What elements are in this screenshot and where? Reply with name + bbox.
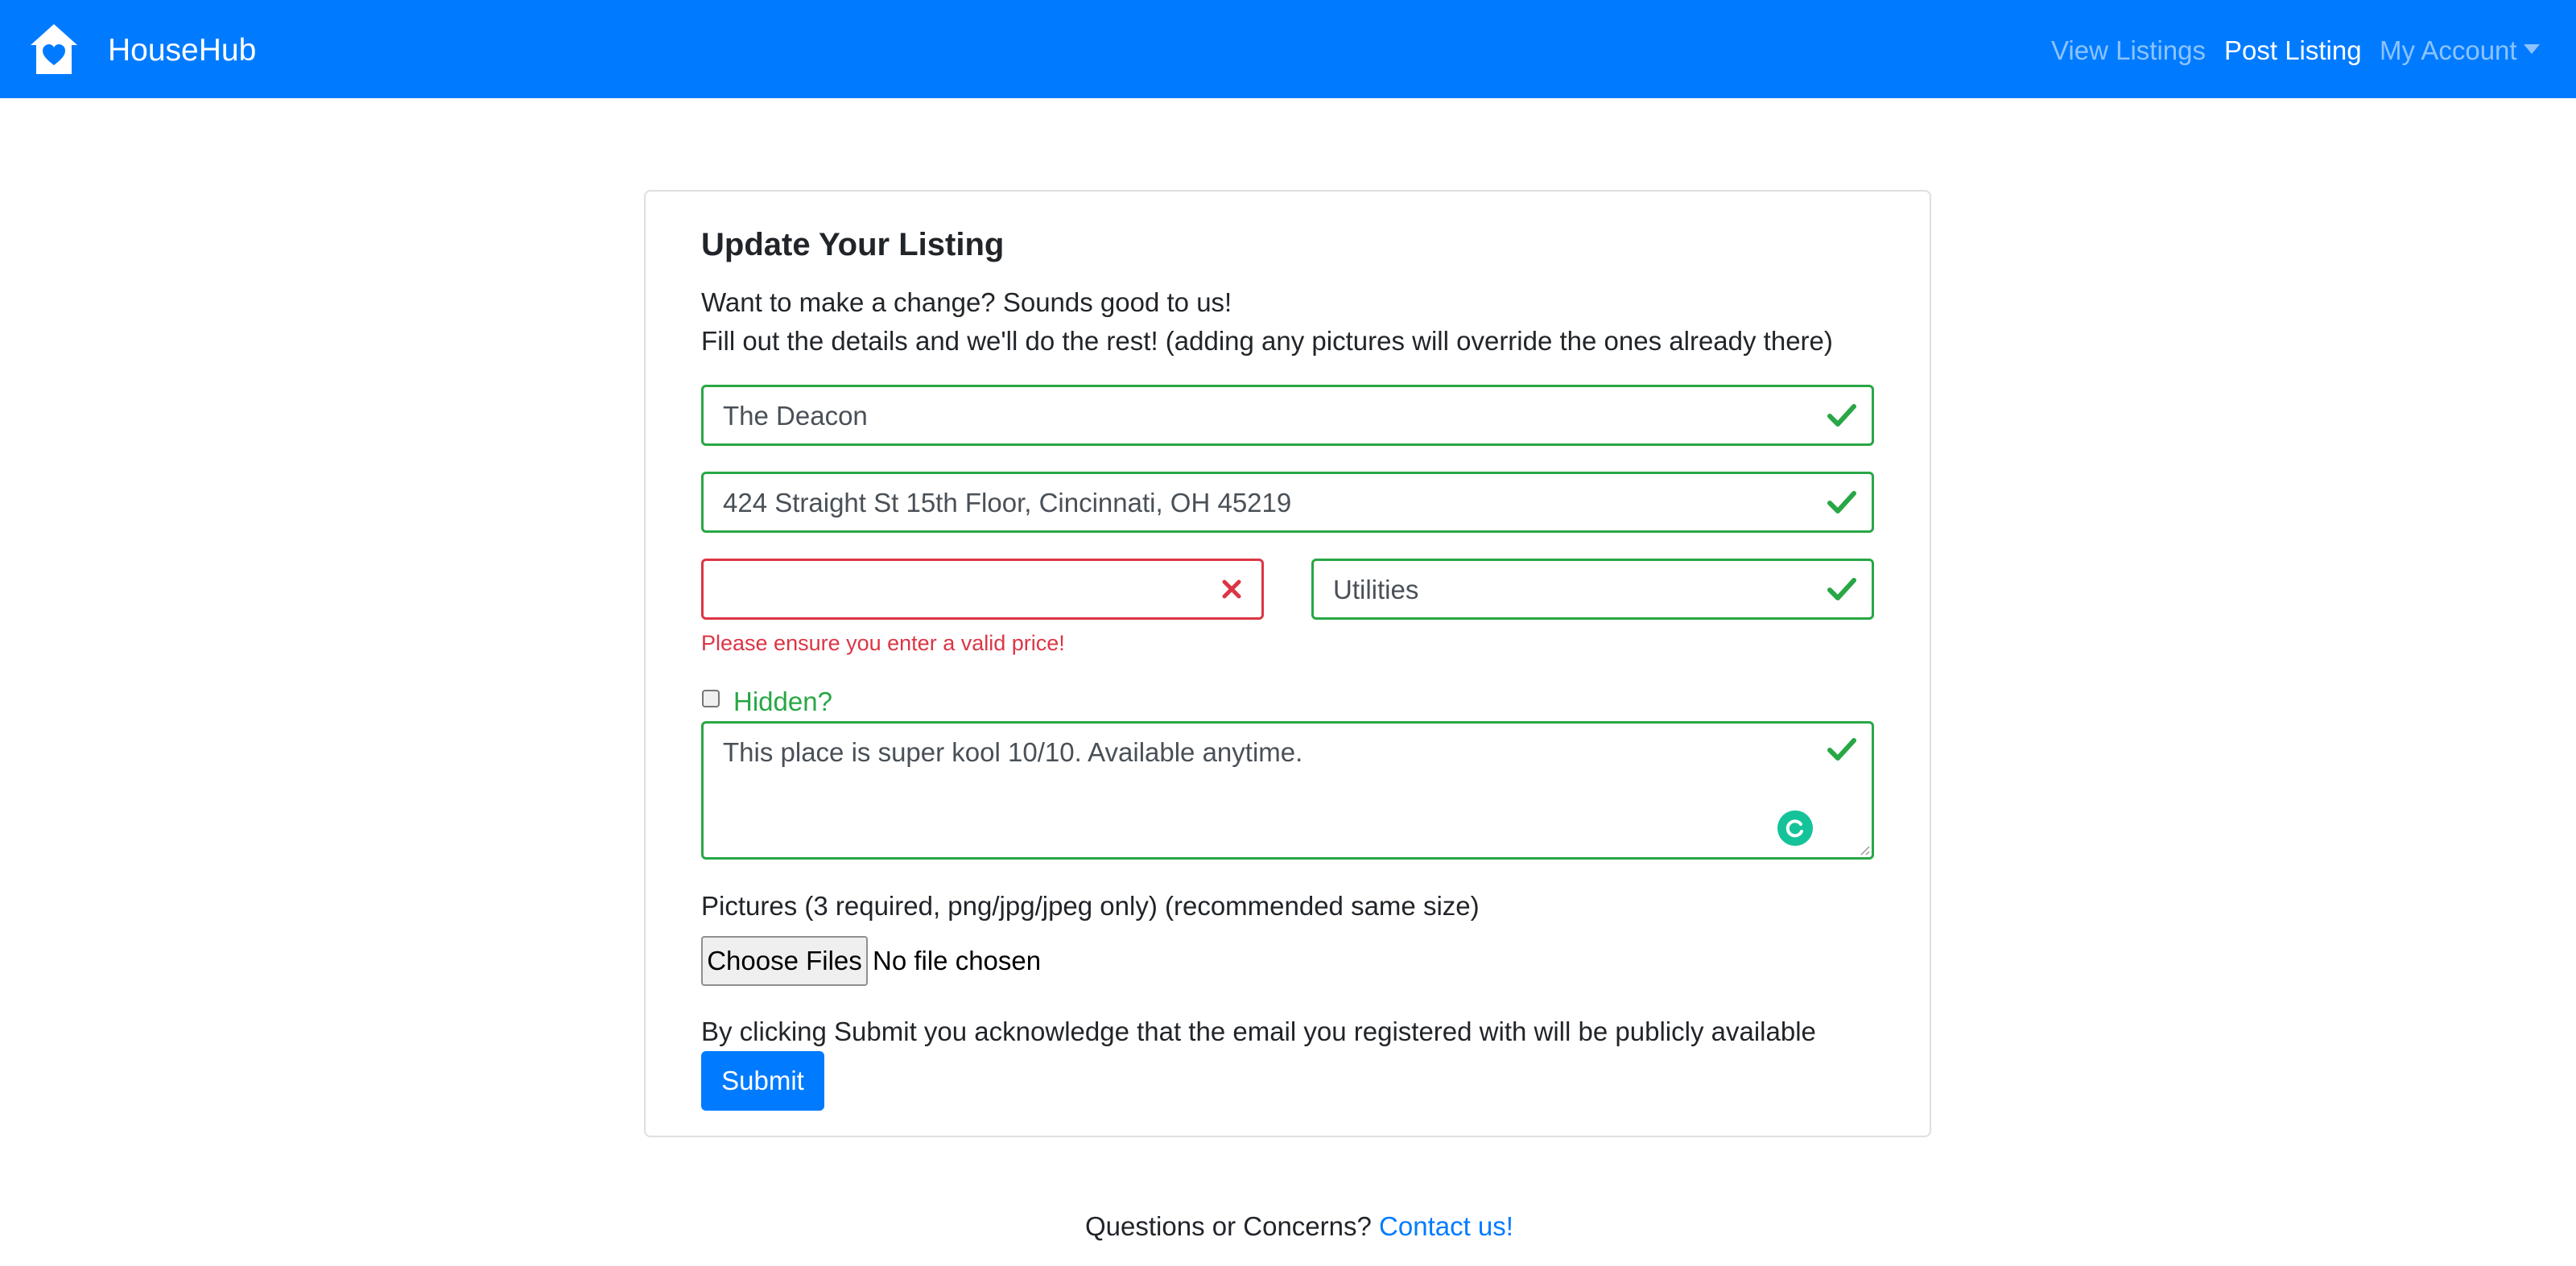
contact-us-link[interactable]: Contact us! — [1379, 1211, 1513, 1241]
submit-button[interactable]: Submit — [701, 1051, 824, 1111]
description-value: This place is super kool 10/10. Availabl… — [723, 737, 1303, 767]
hidden-checkbox[interactable] — [702, 690, 720, 707]
nav-post-listing[interactable]: Post Listing — [2224, 32, 2362, 69]
brand-name[interactable]: HouseHub — [108, 32, 256, 69]
invalid-x-icon — [1222, 579, 1241, 599]
form-title: Update Your Listing — [701, 227, 1005, 262]
grammarly-icon[interactable] — [1777, 810, 1813, 846]
valid-check-icon — [1827, 404, 1856, 427]
address-input[interactable]: 424 Straight St 15th Floor, Cincinnati, … — [701, 472, 1874, 533]
my-account-label: My Account — [2380, 35, 2517, 65]
grammarly-glyph-icon — [1785, 819, 1803, 838]
nav-view-listings[interactable]: View Listings — [2051, 32, 2206, 69]
footer: Questions or Concerns? Contact us! — [1085, 1209, 1513, 1244]
description-textarea[interactable]: This place is super kool 10/10. Availabl… — [701, 721, 1874, 860]
choose-files-button[interactable]: Choose Files — [701, 936, 868, 986]
listing-name-input[interactable]: The Deacon — [701, 385, 1874, 446]
hidden-label[interactable]: Hidden? — [733, 684, 832, 720]
valid-check-icon — [1827, 491, 1856, 513]
price-input[interactable] — [701, 559, 1264, 620]
caret-down-icon — [2523, 44, 2540, 55]
pictures-label: Pictures (3 required, png/jpg/jpeg only)… — [701, 891, 1480, 921]
intro-line-1: Want to make a change? Sounds good to us… — [701, 287, 1232, 317]
house-heart-icon[interactable] — [29, 23, 79, 76]
top-navbar: HouseHub View Listings Post Listing My A… — [0, 0, 2576, 98]
intro-line-2: Fill out the details and we'll do the re… — [701, 326, 1833, 356]
utilities-input[interactable]: Utilities — [1311, 559, 1874, 620]
address-value: 424 Straight St 15th Floor, Cincinnati, … — [723, 488, 1292, 518]
no-file-chosen-text: No file chosen — [873, 946, 1042, 975]
utilities-value: Utilities — [1333, 575, 1419, 604]
valid-check-icon — [1827, 578, 1856, 600]
acknowledgement-text: By clicking Submit you acknowledge that … — [701, 1017, 1816, 1046]
resize-handle-icon[interactable] — [1857, 843, 1870, 856]
price-error-message: Please ensure you enter a valid price! — [701, 631, 1065, 655]
listing-name-value: The Deacon — [723, 401, 868, 431]
footer-question: Questions or Concerns? — [1085, 1211, 1372, 1241]
nav-my-account-dropdown[interactable]: My Account — [2380, 32, 2540, 69]
valid-check-icon — [1827, 738, 1856, 761]
